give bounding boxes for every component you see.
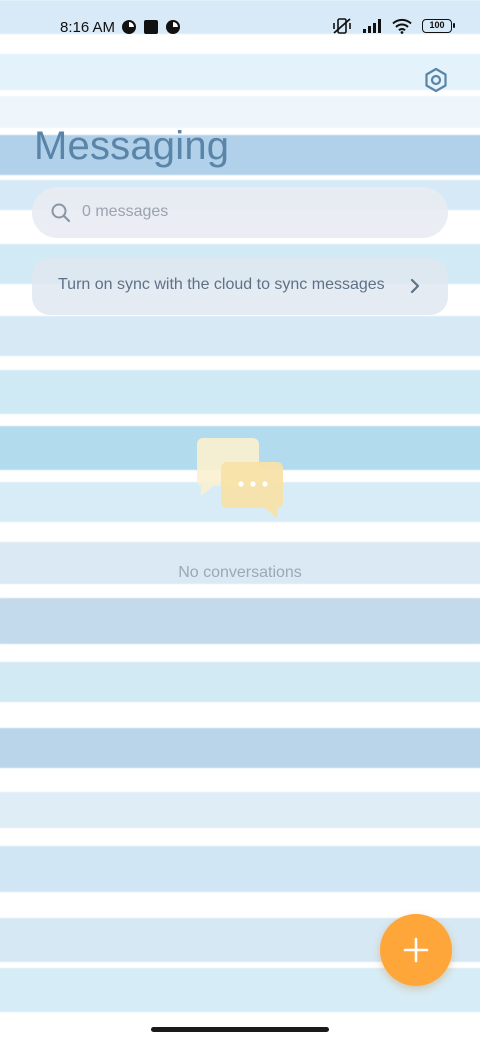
app-notification-icon-2 — [166, 20, 180, 34]
app-notification-icon — [122, 20, 136, 34]
search-icon — [51, 203, 71, 223]
settings-icon — [425, 67, 447, 93]
battery-icon: 100 — [422, 19, 455, 33]
home-indicator[interactable] — [151, 1027, 329, 1032]
cloud-sync-text: Turn on sync with the cloud to sync mess… — [58, 276, 385, 293]
settings-button[interactable] — [422, 66, 450, 94]
square-notification-icon — [144, 20, 158, 34]
empty-state-text: No conversations — [178, 564, 302, 581]
system-icons: 100 — [332, 17, 455, 35]
wifi-icon — [392, 18, 412, 34]
battery-level: 100 — [429, 20, 445, 30]
notification-icons — [121, 19, 181, 35]
status-time: 8:16 AM — [60, 19, 116, 36]
chat-bubbles-icon — [196, 438, 283, 518]
new-message-button[interactable] — [380, 914, 452, 986]
plus-icon — [403, 937, 429, 963]
page-title: Messaging — [34, 124, 230, 168]
search-placeholder: 0 messages — [82, 203, 169, 220]
cloud-sync-banner[interactable]: Turn on sync with the cloud to sync mess… — [32, 258, 448, 315]
status-bar: 8:16 AM 100 — [0, 0, 480, 56]
chevron-right-icon — [410, 278, 420, 294]
vibrate-off-icon — [333, 18, 351, 34]
signal-icon — [363, 19, 381, 33]
search-bar[interactable]: 0 messages — [32, 187, 448, 238]
